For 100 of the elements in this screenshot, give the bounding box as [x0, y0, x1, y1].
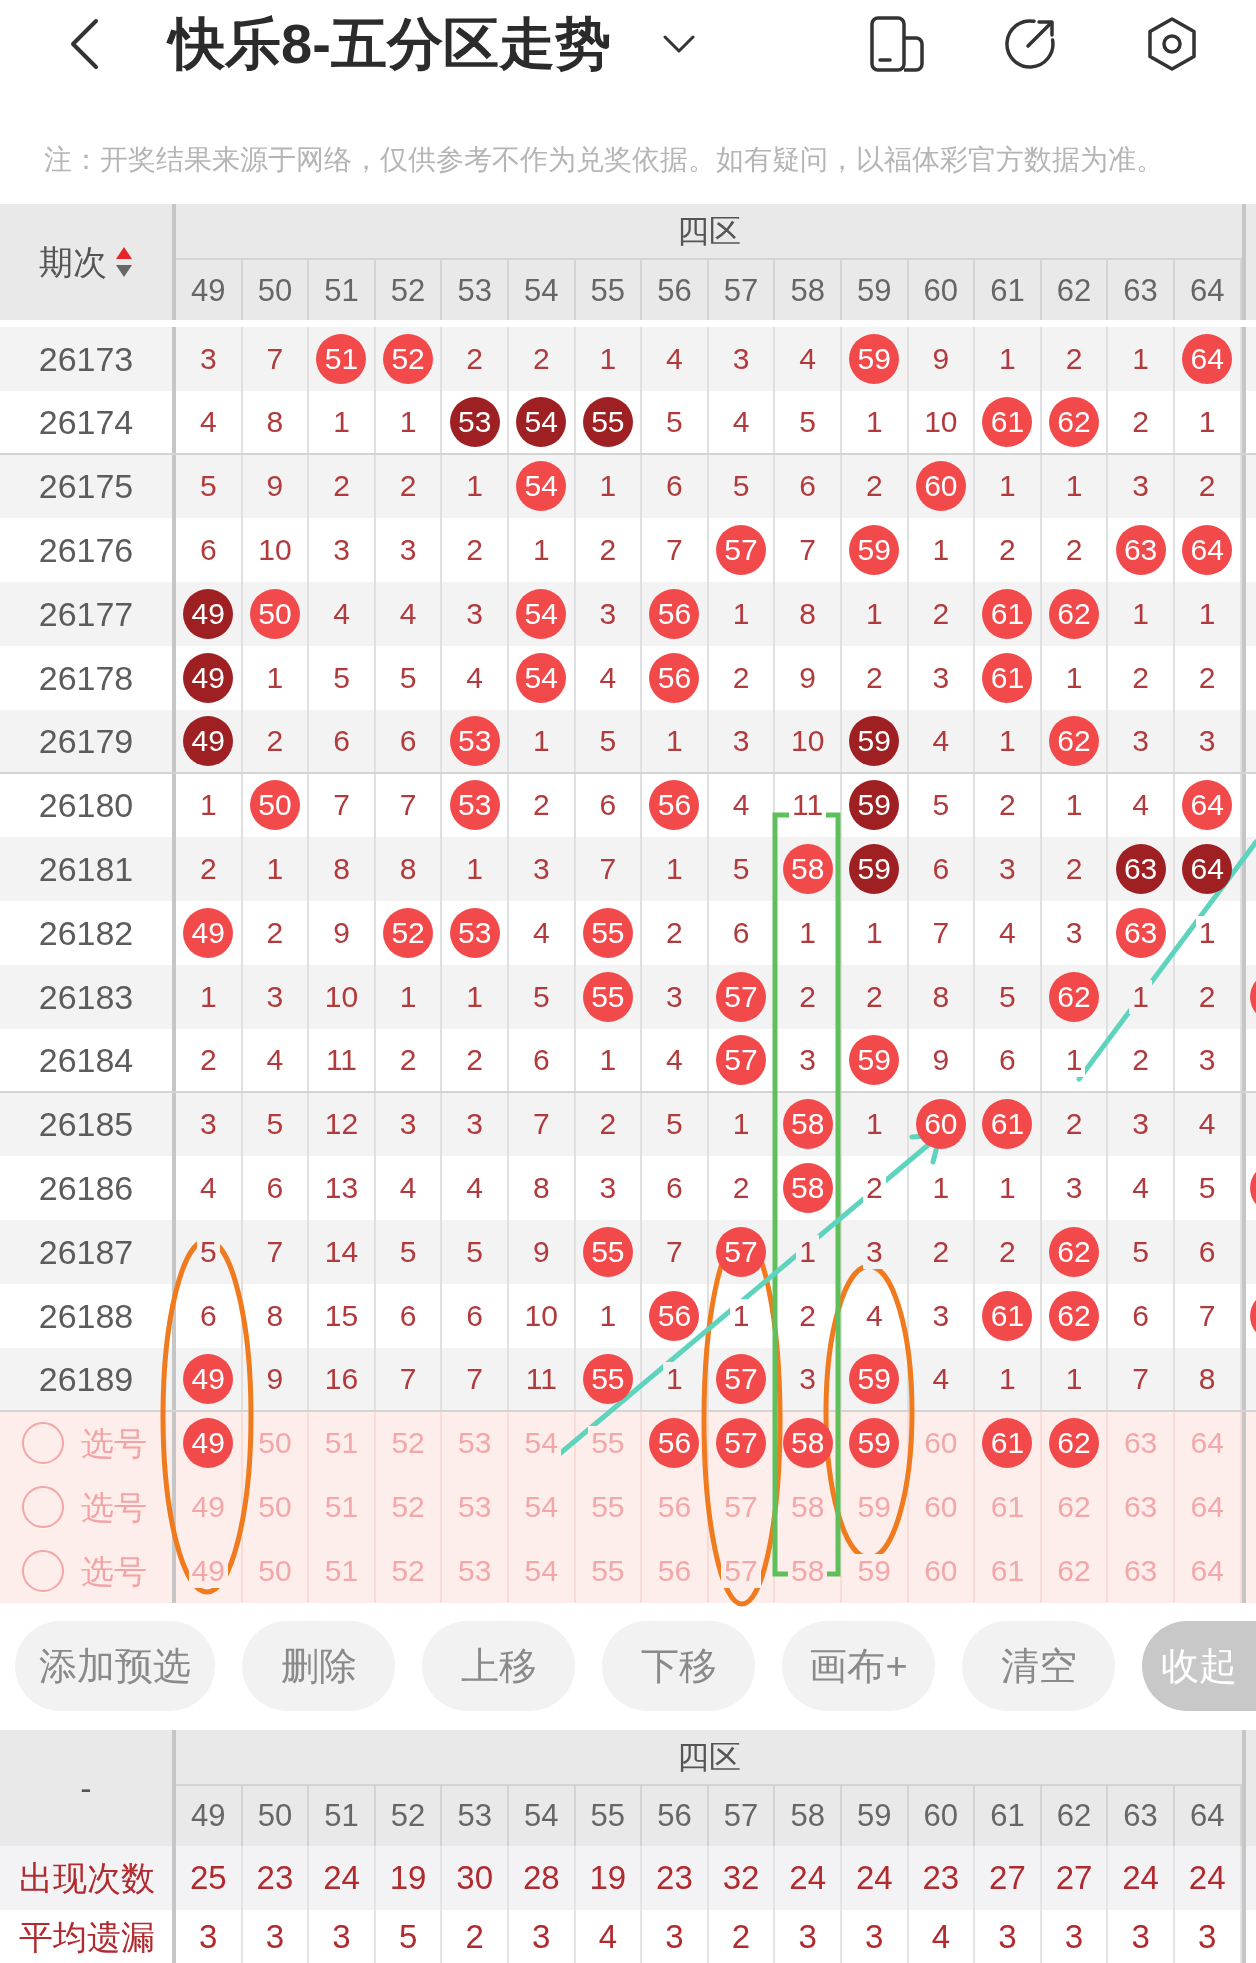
- drawn-number: 63: [1115, 908, 1166, 959]
- drawn-number: 62: [1049, 589, 1099, 640]
- stat-value: 3: [532, 1920, 551, 1954]
- stat-value: 3: [265, 1920, 285, 1954]
- drawn-number: 50: [249, 780, 300, 831]
- drawn-number: 50: [249, 589, 300, 640]
- column-heading: 53: [457, 1800, 492, 1832]
- pick-number[interactable]: 49: [183, 1418, 234, 1469]
- drawn-number: 49: [183, 715, 234, 766]
- period-number: 26188: [38, 1298, 134, 1333]
- drawn-number: 63: [1115, 525, 1166, 576]
- stat-value: 24: [323, 1861, 360, 1895]
- column-heading: 49: [191, 1800, 226, 1832]
- stat-value: 23: [656, 1861, 693, 1895]
- drawn-number: 49: [183, 1353, 234, 1404]
- period-number: 26176: [38, 533, 134, 568]
- drawn-number: 51: [316, 333, 367, 384]
- drawn-number: 57: [716, 1353, 767, 1404]
- move-up-button[interactable]: 上移: [422, 1621, 575, 1712]
- stat-value: 27: [989, 1861, 1026, 1895]
- stat-value: 24: [789, 1861, 826, 1895]
- chevron-down-icon[interactable]: [662, 35, 695, 53]
- stat-value: 3: [1064, 1920, 1084, 1954]
- zone-heading: 四区: [676, 1740, 741, 1773]
- column-heading: 62: [1056, 274, 1092, 306]
- drawn-number: 57: [716, 971, 767, 1022]
- pick-label: 选号: [81, 1554, 147, 1588]
- stat-value: 30: [456, 1861, 494, 1895]
- period-number: 26178: [38, 660, 134, 695]
- period-number: 26184: [38, 1042, 134, 1077]
- add-canvas-button[interactable]: 画布+: [782, 1621, 935, 1712]
- pick-label: 选号: [81, 1426, 147, 1460]
- add-preselection-button[interactable]: 添加预选: [15, 1621, 215, 1712]
- drawn-number: 59: [849, 1034, 900, 1085]
- drawn-number: 62: [1049, 396, 1099, 447]
- column-heading: 57: [723, 274, 759, 306]
- stat-value: 23: [922, 1861, 960, 1895]
- disclaimer-text: 注：开奖结果来源于网络，仅供参考不作为兑奖依据。如有疑问，以福体彩官方数据为准。: [44, 146, 1164, 174]
- pick-number[interactable]: 61: [982, 1418, 1033, 1469]
- stat-value: 4: [598, 1920, 618, 1954]
- move-down-button[interactable]: 下移: [602, 1621, 755, 1712]
- sort-icon[interactable]: [115, 246, 133, 278]
- drawn-number: 52: [383, 333, 434, 384]
- devices-icon[interactable]: [869, 16, 925, 72]
- stat-value: 3: [865, 1920, 884, 1954]
- pick-number[interactable]: 62: [1049, 1418, 1099, 1469]
- column-heading: 61: [990, 274, 1025, 306]
- column-heading: 49: [191, 274, 226, 306]
- delete-button[interactable]: 删除: [242, 1621, 395, 1712]
- pick-number[interactable]: 59: [849, 1418, 900, 1469]
- clear-button[interactable]: 清空: [962, 1621, 1115, 1712]
- drawn-number: 53: [449, 908, 500, 959]
- column-heading: 55: [590, 274, 626, 306]
- column-heading: 50: [257, 274, 293, 306]
- column-heading: 51: [324, 1800, 359, 1832]
- drawn-number: 60: [915, 461, 966, 512]
- drawn-number: 55: [582, 971, 633, 1022]
- drawn-number: 55: [582, 396, 633, 447]
- stat-value: 3: [199, 1920, 218, 1954]
- drawn-number: 57: [716, 525, 767, 576]
- stat-value: 3: [1131, 1920, 1150, 1954]
- stat-label: 平均遗漏: [19, 1919, 155, 1954]
- column-heading: 64: [1189, 1800, 1225, 1832]
- stat-value: 25: [189, 1861, 227, 1895]
- period-number: 26185: [38, 1107, 134, 1142]
- radio-button[interactable]: [22, 1550, 64, 1593]
- radio-button[interactable]: [22, 1486, 64, 1529]
- arrow-circle-icon[interactable]: [1002, 16, 1058, 72]
- drawn-number: 62: [1049, 715, 1099, 766]
- pick-number[interactable]: 58: [782, 1418, 833, 1469]
- drawn-number: 57: [716, 1227, 767, 1278]
- drawn-number: 59: [849, 1353, 900, 1404]
- drawn-number: 55: [582, 908, 633, 959]
- column-heading: 59: [857, 1800, 892, 1832]
- drawn-number: 61: [982, 589, 1033, 640]
- period-number: 26180: [38, 788, 134, 823]
- stat-value: 23: [256, 1861, 294, 1895]
- stat-value: 28: [522, 1861, 560, 1895]
- drawn-number: 61: [982, 1099, 1033, 1150]
- drawn-number: 54: [516, 589, 567, 640]
- stat-value: 24: [1188, 1861, 1226, 1895]
- drawn-number: 60: [915, 1099, 966, 1150]
- stat-value: 2: [465, 1920, 484, 1954]
- drawn-number: 55: [582, 1353, 633, 1404]
- stat-value: 5: [398, 1920, 418, 1954]
- stat-value: 3: [332, 1920, 351, 1954]
- radio-button[interactable]: [22, 1422, 64, 1465]
- pick-number[interactable]: 57: [716, 1418, 767, 1469]
- zone-heading: 四区: [676, 215, 741, 247]
- pick-number[interactable]: 56: [649, 1418, 700, 1469]
- back-icon[interactable]: [68, 18, 100, 70]
- stat-label: 出现次数: [19, 1860, 155, 1895]
- column-heading: 51: [324, 274, 359, 306]
- column-heading: 56: [657, 1800, 692, 1832]
- column-heading: 50: [257, 1800, 293, 1832]
- column-heading: 52: [390, 1800, 426, 1832]
- column-heading: 54: [524, 274, 559, 306]
- column-heading: 58: [790, 274, 825, 306]
- column-heading: 55: [590, 1800, 626, 1832]
- stat-value: 2: [731, 1920, 751, 1954]
